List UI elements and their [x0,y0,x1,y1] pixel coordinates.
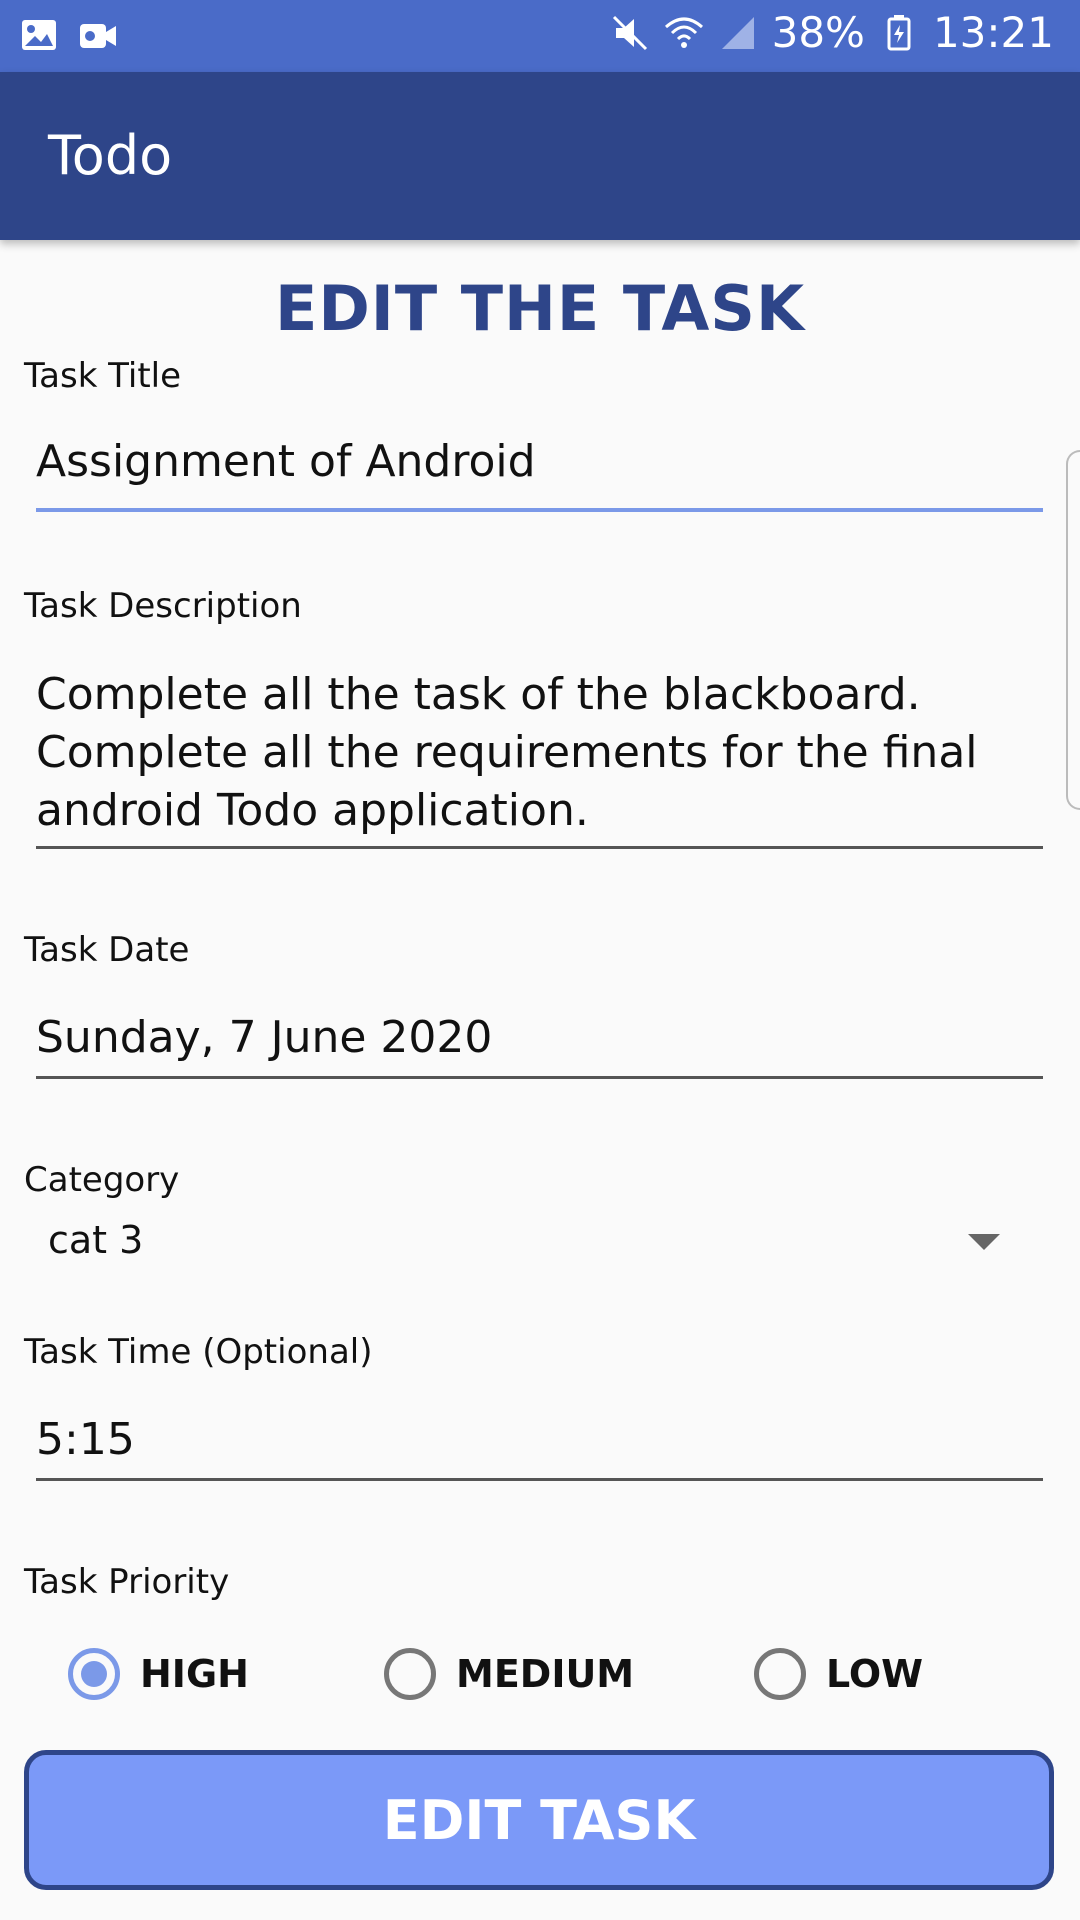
task-title-label: Task Title [24,356,182,396]
task-time-input[interactable]: 5:15 [36,1414,1043,1481]
priority-radio-high[interactable]: HIGH [68,1648,249,1700]
dropdown-arrow-icon[interactable] [968,1234,1000,1250]
battery-percent: 38% [771,8,865,57]
priority-label-high: HIGH [140,1652,249,1696]
radio-checked-icon[interactable] [68,1648,120,1700]
radio-unchecked-icon[interactable] [384,1648,436,1700]
description-line: Complete all the task of the blackboard. [36,669,921,720]
wifi-icon [664,17,703,48]
task-description-input[interactable]: Complete all the task of the blackboard.… [36,666,1043,849]
edit-task-button[interactable]: EDIT TASK [24,1750,1054,1890]
radio-unchecked-icon[interactable] [754,1648,806,1700]
task-time-label: Task Time (Optional) [24,1332,373,1372]
priority-radio-medium[interactable]: MEDIUM [384,1648,634,1700]
battery-icon [887,14,911,50]
task-priority-label: Task Priority [24,1562,230,1602]
app-title: Todo [48,124,173,187]
signal-icon [721,16,754,49]
mute-icon [612,15,647,50]
task-date-label: Task Date [24,930,190,970]
app-bar: Todo [0,72,1080,240]
image-icon [22,20,56,50]
page-title: EDIT THE TASK [274,272,806,345]
category-dropdown[interactable]: cat 3 [48,1218,143,1262]
clock: 13:21 [932,8,1054,57]
status-bar: 38% 13:21 [0,0,1080,72]
priority-radio-low[interactable]: LOW [754,1648,923,1700]
task-title-input[interactable]: Assignment of Android [36,436,1043,512]
description-line: Complete all the requirements for the fi… [36,727,978,778]
priority-label-low: LOW [826,1652,924,1696]
task-description-label: Task Description [24,586,302,626]
video-icon [80,24,116,48]
description-line: android Todo application. [36,785,589,836]
scrollbar[interactable] [1066,450,1080,810]
priority-label-medium: MEDIUM [456,1652,635,1696]
category-label: Category [24,1160,180,1200]
task-date-input[interactable]: Sunday, 7 June 2020 [36,1012,1043,1079]
